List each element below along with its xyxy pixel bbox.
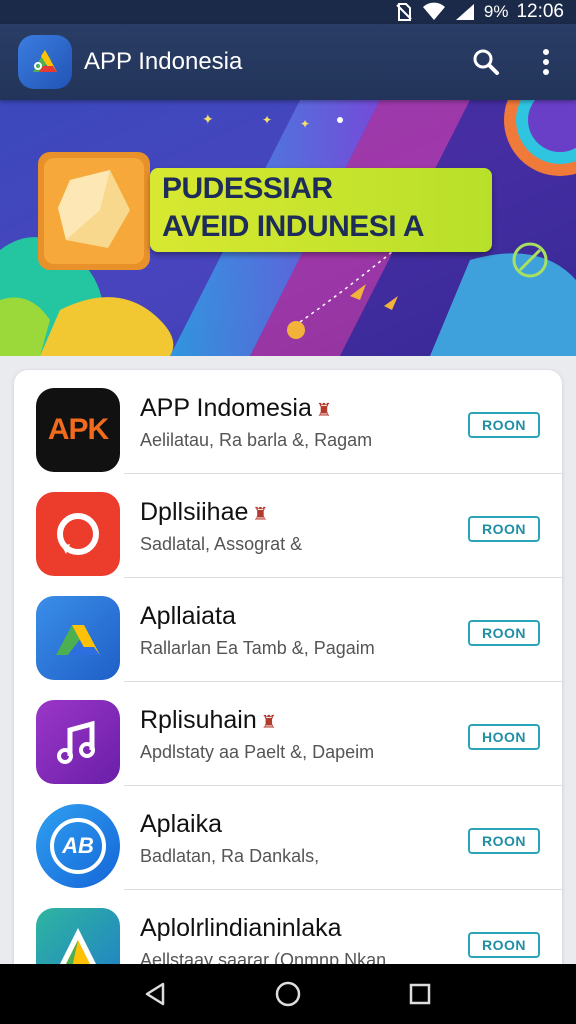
chat-bubble-icon: [36, 492, 120, 576]
app-title-text: Dpllsiihae: [140, 498, 249, 526]
screen: 9% 12:06 APP Indonesia ✦ ✦ ✦ PUDESSIAR A…: [0, 0, 576, 1024]
apk-icon: APK: [36, 388, 120, 472]
install-button[interactable]: HOON: [468, 724, 540, 750]
app-title-text: Apllaiata: [140, 602, 236, 630]
search-icon: [473, 49, 499, 75]
app-subtitle: Rallarlan Ea Tamb &, Pagaim: [140, 638, 375, 658]
music-note-icon: [36, 700, 120, 784]
ab-circle: AB: [36, 804, 120, 888]
app-title-text: Aplolrlindianinlaka: [140, 914, 342, 942]
list-item[interactable]: AB Aplaika Badlatan, Ra Dankals, ROON: [14, 786, 562, 890]
svg-text:✦: ✦: [300, 117, 310, 131]
banner-line-2: AVEID INDUNESI A: [162, 210, 425, 243]
app-subtitle: Badlatan, Ra Dankals,: [140, 846, 320, 866]
badge-icon: ♜: [260, 712, 277, 732]
drive-icon: [36, 596, 120, 680]
status-bar: 9% 12:06: [0, 0, 576, 24]
list-item[interactable]: Rplisuhain ♜ Apdlstaty aa Paelt &, Dapeim…: [14, 682, 562, 786]
banner-headline: PUDESSIAR AVEID INDUNESI A: [150, 168, 492, 252]
apk-icon-label: APK: [47, 413, 109, 446]
install-button[interactable]: ROON: [468, 620, 540, 646]
app-title: APP Indomesia ♜: [140, 394, 332, 423]
svg-text:✦: ✦: [262, 113, 272, 127]
app-subtitle: Sadlatal, Assograt &: [140, 534, 303, 554]
recents-button[interactable]: [395, 969, 445, 1019]
app-title: APP Indonesia: [84, 48, 243, 75]
app-title-text: APP Indomesia: [140, 394, 312, 422]
battery-percent: 9%: [483, 2, 509, 21]
list-item[interactable]: Dpllsiihae ♜ Sadlatal, Assograt & ROON: [14, 474, 562, 578]
app-subtitle: Apdlstaty aa Paelt &, Dapeim: [140, 742, 375, 762]
app-title: Dpllsiihae ♜: [140, 498, 269, 527]
back-button[interactable]: [131, 969, 181, 1019]
app-subtitle: Aelilatau, Ra barla &, Ragam: [140, 430, 373, 450]
install-button[interactable]: ROON: [468, 412, 540, 438]
more-vert-icon: [543, 49, 549, 75]
badge-icon: ♜: [315, 400, 333, 420]
app-bar: APP Indonesia: [0, 24, 576, 100]
app-title: Aplolrlindianinlaka: [140, 914, 342, 943]
ab-circle-icon: AB: [36, 804, 120, 888]
app-title: Apllaiata: [140, 602, 236, 631]
app-title-text: Rplisuhain: [140, 706, 257, 734]
badge-icon: ♜: [252, 504, 269, 524]
ab-ring: AB: [50, 818, 106, 874]
app-title: Rplisuhain ♜: [140, 706, 277, 735]
app-title: Aplaika: [140, 810, 222, 839]
search-button[interactable]: [456, 32, 516, 92]
no-sim-icon: [396, 3, 412, 21]
wifi-icon: [422, 2, 445, 20]
app-list: APK APP Indomesia ♜ Aelilatau, Ra barla &…: [14, 370, 562, 990]
install-button[interactable]: ROON: [468, 932, 540, 958]
app-logo-icon: [18, 35, 72, 89]
recents-icon: [409, 983, 431, 1005]
install-button[interactable]: ROON: [468, 516, 540, 542]
banner-line-1: PUDESSIAR: [162, 172, 333, 205]
ab-label: AB: [62, 833, 94, 858]
clock: 12:06: [516, 1, 564, 22]
more-options-button[interactable]: [516, 32, 576, 92]
svg-text:✦: ✦: [202, 112, 214, 128]
back-icon: [145, 982, 165, 1006]
list-item[interactable]: Apllaiata Rallarlan Ea Tamb &, Pagaim RO…: [14, 578, 562, 682]
app-title-text: Aplaika: [140, 810, 222, 838]
install-button[interactable]: ROON: [468, 828, 540, 854]
home-button[interactable]: [263, 969, 313, 1019]
list-item[interactable]: APK APP Indomesia ♜ Aelilatau, Ra barla &…: [14, 370, 562, 474]
navigation-bar: [0, 964, 576, 1024]
battery-icon: [455, 4, 474, 20]
promo-banner[interactable]: ✦ ✦ ✦ PUDESSIAR AVEID INDUNESI A: [0, 100, 576, 356]
home-icon: [275, 981, 301, 1007]
